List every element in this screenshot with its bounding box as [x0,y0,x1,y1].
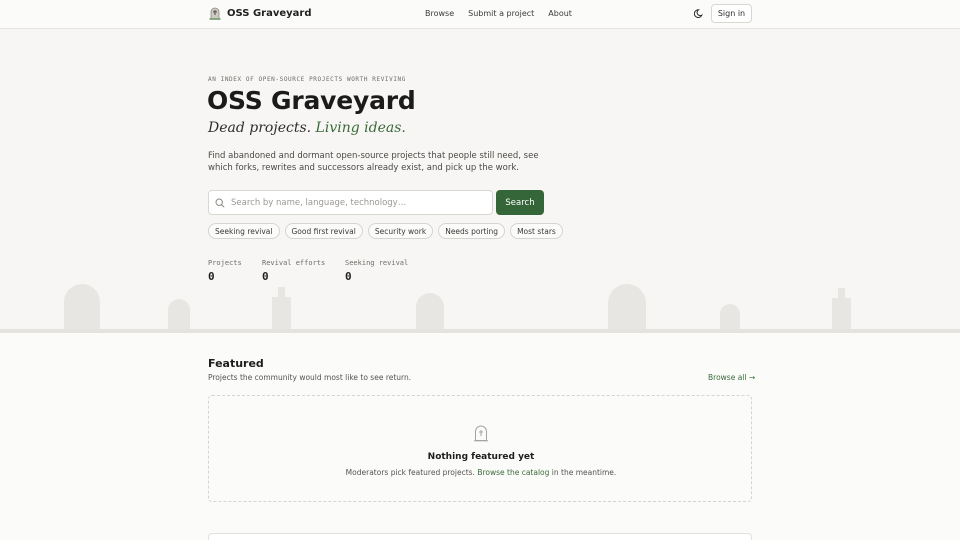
empty-state-text: Moderators pick featured projects. Brows… [209,468,753,477]
search-icon [215,198,225,208]
chip-seeking-revival[interactable]: Seeking revival [208,223,280,239]
tagline-part-2: Living ideas. [315,120,406,136]
filter-chips: Seeking revival Good first revival Secur… [208,223,563,239]
gravestone-logo-icon [209,7,221,20]
featured-subtitle: Projects the community would most like t… [208,373,412,382]
browse-catalog-link[interactable]: Browse the catalog [477,468,549,477]
chip-good-first-revival[interactable]: Good first revival [284,223,363,239]
empty-state-title: Nothing featured yet [427,452,535,462]
browse-all-link[interactable]: Browse all → [708,373,755,382]
brand-link[interactable]: OSS Graveyard [209,6,311,20]
search-input[interactable] [231,191,489,214]
hero-tagline: Dead projects. Living ideas. [208,120,406,136]
stat-label: Projects [208,259,242,267]
tombstone [720,304,740,332]
hero-description: Find abandoned and dormant open-source p… [208,151,539,173]
tombstone [832,288,851,332]
empty-text-part-2: in the meantime. [551,468,617,477]
featured-empty-state: Nothing featured yet Moderators pick fea… [208,395,752,502]
main-nav: Browse Submit a project About [425,9,572,18]
chip-needs-porting[interactable]: Needs porting [438,223,506,239]
stat-label: Seeking revival [345,259,409,267]
tombstone [272,287,291,332]
page-title: OSS Graveyard [207,86,416,115]
tombstone [64,284,100,332]
stat-label: Revival efforts [262,259,326,267]
featured-title: Featured [208,357,264,370]
empty-text-part-1: Moderators pick featured projects. [345,468,475,477]
chip-most-stars[interactable]: Most stars [510,223,563,239]
search-box [208,190,493,215]
tombstone [416,293,444,332]
chip-security-work[interactable]: Security work [367,223,434,239]
search-button[interactable]: Search [496,190,544,215]
graveyard-silhouette [64,284,851,332]
top-bar: OSS Graveyard Browse Submit a project Ab… [0,0,960,29]
next-section-card [208,533,752,540]
gravestone-icon [474,425,488,442]
nav-submit-project[interactable]: Submit a project [468,9,534,18]
nav-browse[interactable]: Browse [425,9,454,18]
sign-in-button[interactable]: Sign in [711,4,752,23]
moon-icon[interactable] [694,8,705,19]
tombstone [168,299,190,332]
nav-about[interactable]: About [548,9,572,18]
hero-eyebrow: AN INDEX OF OPEN-SOURCE PROJECTS WORTH R… [208,76,406,83]
tombstone [608,284,646,332]
tagline-part-1: Dead projects. [208,120,312,136]
brand-name: OSS Graveyard [227,7,312,19]
